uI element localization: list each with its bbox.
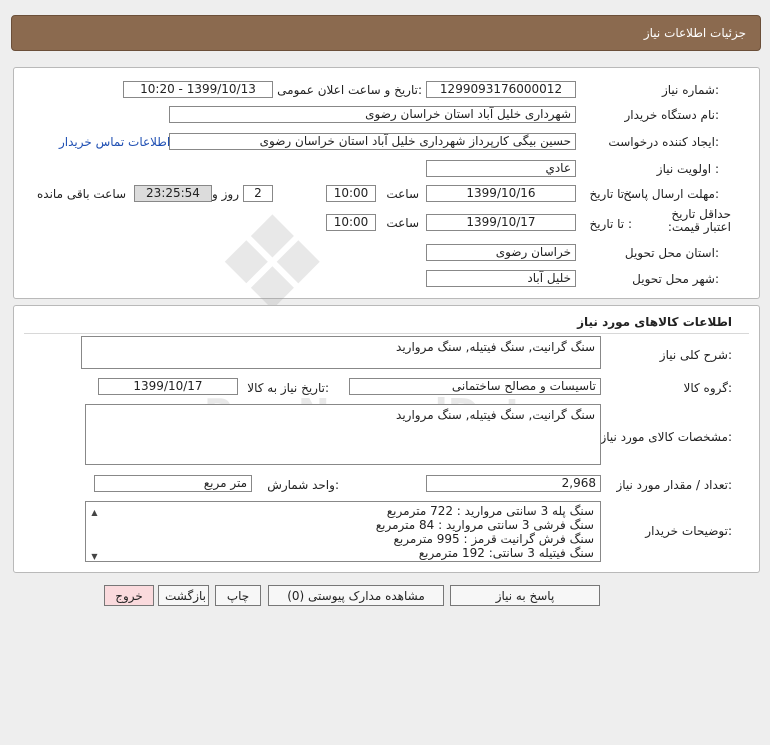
validity-time-field: 10:00	[326, 214, 376, 231]
chevron-down-icon[interactable]: ▼	[89, 549, 100, 561]
days-label: روز و	[212, 187, 239, 201]
chevron-up-icon[interactable]: ▲	[89, 505, 100, 520]
page-title: جزئیات اطلاعات نیاز	[643, 26, 746, 40]
desc-list[interactable]: ▲ ▼ سنگ پله 3 سانتی مروارید : 722 مترمرب…	[85, 501, 601, 562]
validity-time-label: ساعت	[386, 216, 419, 230]
desc-scrollbar[interactable]: ▲ ▼	[89, 505, 100, 561]
buyer-label: نام دستگاه خریدار:	[624, 108, 720, 122]
goods-panel: ParsNamadData اطلاعات کالاهای مورد نیاز …	[13, 305, 760, 573]
summary-label: شرح کلی نیاز:	[659, 348, 732, 362]
time-remaining-field: 23:25:54	[134, 185, 212, 202]
summary-field: سنگ گرانیت, سنگ فیتیله, سنگ مروارید	[81, 336, 601, 369]
days-remaining-field: 2	[243, 185, 273, 202]
announce-label: تاریخ و ساعت اعلان عمومی:	[277, 83, 422, 97]
validity-date-field: 1399/10/17	[426, 214, 576, 231]
city-field: خلیل آباد	[426, 270, 576, 287]
remaining-label: ساعت باقی مانده	[37, 187, 127, 201]
unit-label: واحد شمارش:	[267, 478, 339, 492]
announce-field: 1399/10/13 - 10:20	[123, 81, 273, 98]
deadline-label: مهلت ارسال پاسخ:	[623, 187, 719, 201]
desc-line: سنگ پله 3 سانتی مروارید : 722 مترمربع	[386, 504, 594, 518]
unit-field: متر مربع	[94, 475, 252, 492]
exit-button[interactable]: خروج	[104, 585, 154, 606]
validity-to-date-label: تا تاریخ :	[589, 217, 632, 231]
spec-field: سنگ گرانیت, سنگ فیتیله, سنگ مروارید	[85, 404, 601, 465]
section-divider	[24, 333, 749, 334]
province-label: استان محل تحویل:	[624, 246, 719, 260]
qty-field: 2,968	[426, 475, 601, 492]
deadline-time-label: ساعت	[386, 187, 419, 201]
desc-line: سنگ فرش گرانیت قرمز : 995 مترمربع	[393, 532, 594, 546]
deadline-time-field: 10:00	[326, 185, 376, 202]
print-button[interactable]: چاپ	[215, 585, 261, 606]
reply-button[interactable]: پاسخ به نیاز	[450, 585, 600, 606]
need-date-label: تاریخ نیاز به کالا:	[247, 381, 329, 395]
priority-label: اولویت نیاز :	[656, 162, 719, 176]
desc-label: توضیحات خریدار:	[645, 524, 732, 538]
spec-label: مشخصات کالای مورد نیاز:	[600, 430, 732, 444]
group-label: گروه کالا:	[683, 381, 733, 395]
deadline-date-field: 1399/10/16	[426, 185, 576, 202]
desc-line: سنگ فرشی 3 سانتی مروارید : 84 مترمربع	[375, 518, 594, 532]
need-number-field: 1299093176000012	[426, 81, 576, 98]
goods-section-title: اطلاعات کالاهای مورد نیاز	[577, 315, 732, 329]
buyer-field: شهرداری خلیل آباد استان خراسان رضوی	[169, 106, 576, 123]
city-label: شهر محل تحویل:	[632, 272, 719, 286]
creator-field: حسین بیگی کارپرداز شهرداری خلیل آباد است…	[169, 133, 576, 150]
need-info-panel: ❖ شماره نیاز: 1299093176000012 تاریخ و س…	[13, 67, 760, 340]
need-number-label: شماره نیاز:	[661, 83, 719, 97]
deadline-to-date-label: تا تاریخ :	[589, 187, 632, 201]
group-field: تاسیسات و مصالح ساختمانی	[349, 378, 601, 395]
province-field: خراسان رضوی	[426, 244, 576, 261]
validity-label: حداقل تاریخ اعتبار قیمت:	[667, 207, 731, 234]
creator-label: ایجاد کننده درخواست:	[608, 135, 719, 149]
desc-line: سنگ فیتیله 3 سانتی: 192 مترمربع	[418, 546, 594, 560]
page-header: جزئیات اطلاعات نیاز	[11, 15, 761, 51]
qty-label: تعداد / مقدار مورد نیاز:	[616, 478, 732, 492]
back-button[interactable]: بازگشت	[158, 585, 209, 606]
buyer-contact-link[interactable]: اطلاعات تماس خریدار	[59, 135, 170, 149]
priority-field: عادي	[426, 160, 576, 177]
view-attachments-button[interactable]: مشاهده مدارک پیوستی (0)	[268, 585, 444, 606]
need-date-field: 1399/10/17	[98, 378, 238, 395]
